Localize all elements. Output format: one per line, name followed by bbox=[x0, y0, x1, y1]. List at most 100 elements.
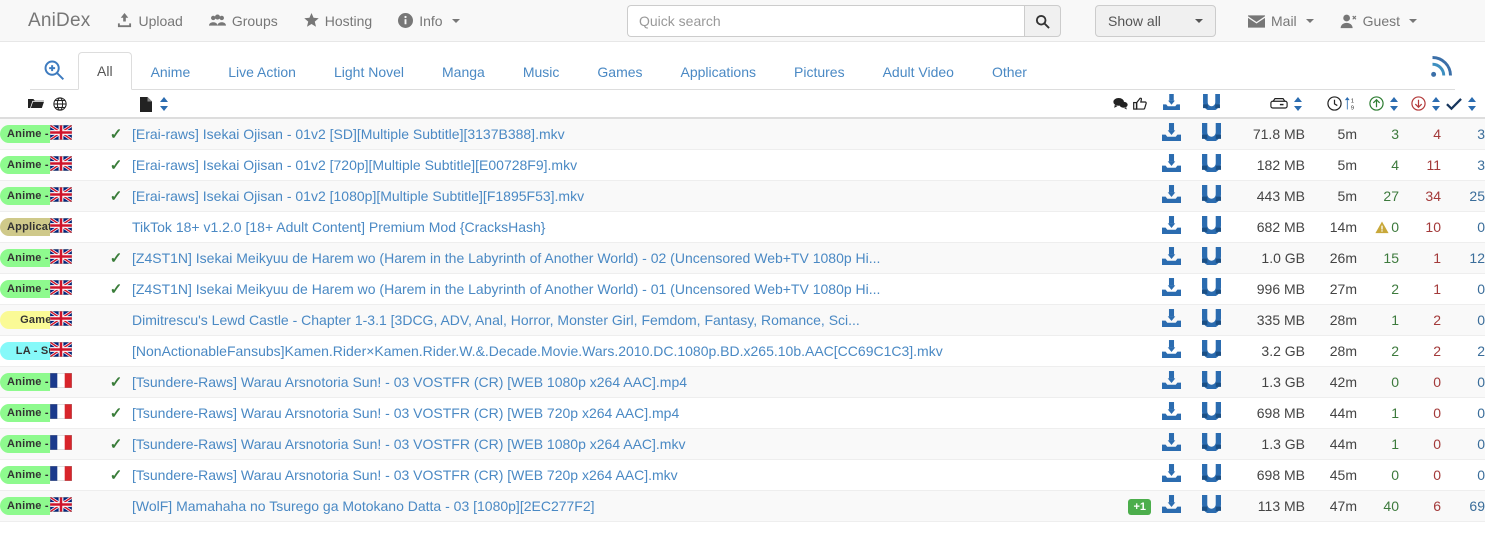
row-category-cell[interactable]: Anime - Sub bbox=[0, 366, 50, 398]
category-badge[interactable]: Anime - Sub bbox=[0, 435, 50, 453]
arrow-down-circle-icon[interactable] bbox=[1411, 96, 1426, 111]
sort-icon[interactable] bbox=[1431, 96, 1441, 111]
row-download-cell[interactable] bbox=[1151, 304, 1191, 336]
torrent-title-link[interactable]: Dimitrescu's Lewd Castle - Chapter 1-3.1… bbox=[132, 312, 860, 328]
table-row[interactable]: Anime - Sub ✓ [Z4ST1N] Isekai Meikyuu de H… bbox=[0, 242, 1485, 274]
folder-open-icon[interactable] bbox=[28, 97, 44, 110]
row-title-cell[interactable]: Dimitrescu's Lewd Castle - Chapter 1-3.1… bbox=[132, 304, 1109, 336]
row-category-cell[interactable]: Anime - Sub bbox=[0, 242, 50, 274]
torrent-title-link[interactable]: [Tsundere-Raws] Warau Arsnotoria Sun! - … bbox=[132, 467, 678, 483]
torrent-title-link[interactable]: [Z4ST1N] Isekai Meikyuu de Harem wo (Har… bbox=[132, 250, 880, 266]
download-icon[interactable] bbox=[1161, 309, 1181, 327]
table-row[interactable]: Anime - Sub ✓ [Erai-raws] Isekai Ojisan - … bbox=[0, 118, 1485, 150]
download-icon[interactable] bbox=[1161, 464, 1181, 482]
table-row[interactable]: Anime - Sub ✓ [Tsundere-Raws] Warau Arsnot… bbox=[0, 397, 1485, 429]
tab-music[interactable]: Music bbox=[504, 53, 579, 90]
advanced-search-button[interactable] bbox=[30, 59, 78, 89]
header-leechers[interactable] bbox=[1399, 90, 1441, 119]
torrent-title-link[interactable]: [NonActionableFansubs]Kamen.Rider×Kamen.… bbox=[132, 343, 943, 359]
row-magnet-cell[interactable] bbox=[1191, 211, 1231, 243]
magnet-icon[interactable] bbox=[1201, 247, 1221, 265]
tab-adult-video[interactable]: Adult Video bbox=[864, 53, 973, 90]
nav-item-hosting[interactable]: Hosting bbox=[291, 0, 385, 42]
row-download-cell[interactable] bbox=[1151, 242, 1191, 274]
torrent-title-link[interactable]: [Erai-raws] Isekai Ojisan - 01v2 [720p][… bbox=[132, 157, 577, 173]
table-row[interactable]: Anime - Sub ✓ [Erai-raws] Isekai Ojisan - … bbox=[0, 149, 1485, 181]
magnet-icon[interactable] bbox=[1201, 216, 1221, 234]
category-badge[interactable]: Games bbox=[0, 311, 50, 329]
row-magnet-cell[interactable] bbox=[1191, 366, 1231, 398]
row-magnet-cell[interactable] bbox=[1191, 273, 1231, 305]
torrent-title-link[interactable]: [WolF] Mamahaha no Tsurego ga Motokano D… bbox=[132, 498, 595, 514]
row-title-cell[interactable]: TikTok 18+ v1.2.0 [18+ Adult Content] Pr… bbox=[132, 211, 1109, 243]
row-magnet-cell[interactable] bbox=[1191, 149, 1231, 181]
category-badge[interactable]: Anime - Sub bbox=[0, 373, 50, 391]
tab-anime[interactable]: Anime bbox=[132, 53, 210, 90]
category-badge[interactable]: Anime - Sub bbox=[0, 156, 50, 174]
torrent-title-link[interactable]: [Erai-raws] Isekai Ojisan - 01v2 [1080p]… bbox=[132, 188, 584, 204]
thumbs-up-icon[interactable] bbox=[1133, 97, 1147, 110]
row-title-cell[interactable]: [NonActionableFansubs]Kamen.Rider×Kamen.… bbox=[132, 335, 1109, 367]
download-icon[interactable] bbox=[1161, 495, 1181, 513]
table-row[interactable]: LA - Sub [NonActionableFansubs]Kamen.Ride… bbox=[0, 335, 1485, 367]
row-download-cell[interactable] bbox=[1151, 428, 1191, 460]
torrent-title-link[interactable]: [Tsundere-Raws] Warau Arsnotoria Sun! - … bbox=[132, 374, 687, 390]
torrent-title-link[interactable]: TikTok 18+ v1.2.0 [18+ Adult Content] Pr… bbox=[132, 219, 545, 235]
clock-icon[interactable] bbox=[1327, 96, 1342, 111]
row-title-cell[interactable]: [Tsundere-Raws] Warau Arsnotoria Sun! - … bbox=[132, 366, 1109, 398]
row-category-cell[interactable]: Applications bbox=[0, 211, 50, 243]
table-row[interactable]: Anime - Sub ✓ [Erai-raws] Isekai Ojisan - … bbox=[0, 180, 1485, 212]
tab-live-action[interactable]: Live Action bbox=[209, 53, 315, 90]
tab-all[interactable]: All bbox=[78, 52, 132, 90]
magnet-icon[interactable] bbox=[1201, 433, 1221, 451]
row-category-cell[interactable]: Anime - Sub bbox=[0, 273, 50, 305]
row-title-cell[interactable]: [Tsundere-Raws] Warau Arsnotoria Sun! - … bbox=[132, 397, 1109, 429]
row-category-cell[interactable]: Anime - Sub bbox=[0, 490, 50, 522]
rss-feed-button[interactable] bbox=[1422, 53, 1455, 89]
table-row[interactable]: Anime - Sub ✓ [Tsundere-Raws] Warau Arsnot… bbox=[0, 366, 1485, 398]
row-download-cell[interactable] bbox=[1151, 366, 1191, 398]
download-icon[interactable] bbox=[1161, 371, 1181, 389]
header-seeders[interactable] bbox=[1357, 90, 1399, 119]
row-magnet-cell[interactable] bbox=[1191, 118, 1231, 150]
row-title-cell[interactable]: [Erai-raws] Isekai Ojisan - 01v2 [SD][Mu… bbox=[132, 118, 1109, 150]
row-category-cell[interactable]: Anime - Sub bbox=[0, 459, 50, 491]
tab-games[interactable]: Games bbox=[578, 53, 661, 90]
magnet-icon[interactable] bbox=[1201, 123, 1221, 142]
category-badge[interactable]: Anime - Sub bbox=[0, 497, 50, 515]
row-download-cell[interactable] bbox=[1151, 211, 1191, 243]
magnet-icon[interactable] bbox=[1201, 309, 1221, 327]
sort-icon[interactable] bbox=[159, 97, 169, 112]
header-age[interactable]: 19 bbox=[1305, 90, 1357, 119]
category-badge[interactable]: Anime - Sub bbox=[0, 125, 50, 144]
magnet-icon[interactable] bbox=[1201, 402, 1221, 420]
row-title-cell[interactable]: [Erai-raws] Isekai Ojisan - 01v2 [720p][… bbox=[132, 149, 1109, 181]
row-title-cell[interactable]: [Z4ST1N] Isekai Meikyuu de Harem wo (Har… bbox=[132, 242, 1109, 274]
row-magnet-cell[interactable] bbox=[1191, 180, 1231, 212]
tab-pictures[interactable]: Pictures bbox=[775, 53, 864, 90]
globe-icon[interactable] bbox=[53, 96, 67, 111]
row-magnet-cell[interactable] bbox=[1191, 304, 1231, 336]
search-input[interactable] bbox=[627, 5, 1024, 37]
row-magnet-cell[interactable] bbox=[1191, 490, 1231, 522]
tab-applications[interactable]: Applications bbox=[662, 53, 776, 90]
tab-manga[interactable]: Manga bbox=[423, 53, 504, 90]
file-icon[interactable] bbox=[140, 96, 152, 112]
row-magnet-cell[interactable] bbox=[1191, 242, 1231, 274]
torrent-title-link[interactable]: [Erai-raws] Isekai Ojisan - 01v2 [SD][Mu… bbox=[132, 126, 565, 142]
row-category-cell[interactable]: Games bbox=[0, 304, 50, 336]
row-download-cell[interactable] bbox=[1151, 459, 1191, 491]
table-row[interactable]: Applications TikTok 18+ v1.2.0 [18+ Adult… bbox=[0, 211, 1485, 243]
table-row[interactable]: Games Dimitrescu's Lewd Castle - Chapter … bbox=[0, 304, 1485, 336]
sort-icon[interactable] bbox=[1293, 96, 1303, 111]
comments-icon[interactable] bbox=[1113, 97, 1128, 110]
row-magnet-cell[interactable] bbox=[1191, 459, 1231, 491]
download-icon[interactable] bbox=[1161, 340, 1181, 358]
nav-item-upload[interactable]: Upload bbox=[104, 0, 195, 42]
nav-item-groups[interactable]: Groups bbox=[196, 0, 291, 42]
download-icon[interactable] bbox=[1161, 402, 1181, 420]
row-download-cell[interactable] bbox=[1151, 118, 1191, 150]
search-button[interactable] bbox=[1024, 5, 1061, 37]
row-download-cell[interactable] bbox=[1151, 490, 1191, 522]
row-magnet-cell[interactable] bbox=[1191, 428, 1231, 460]
